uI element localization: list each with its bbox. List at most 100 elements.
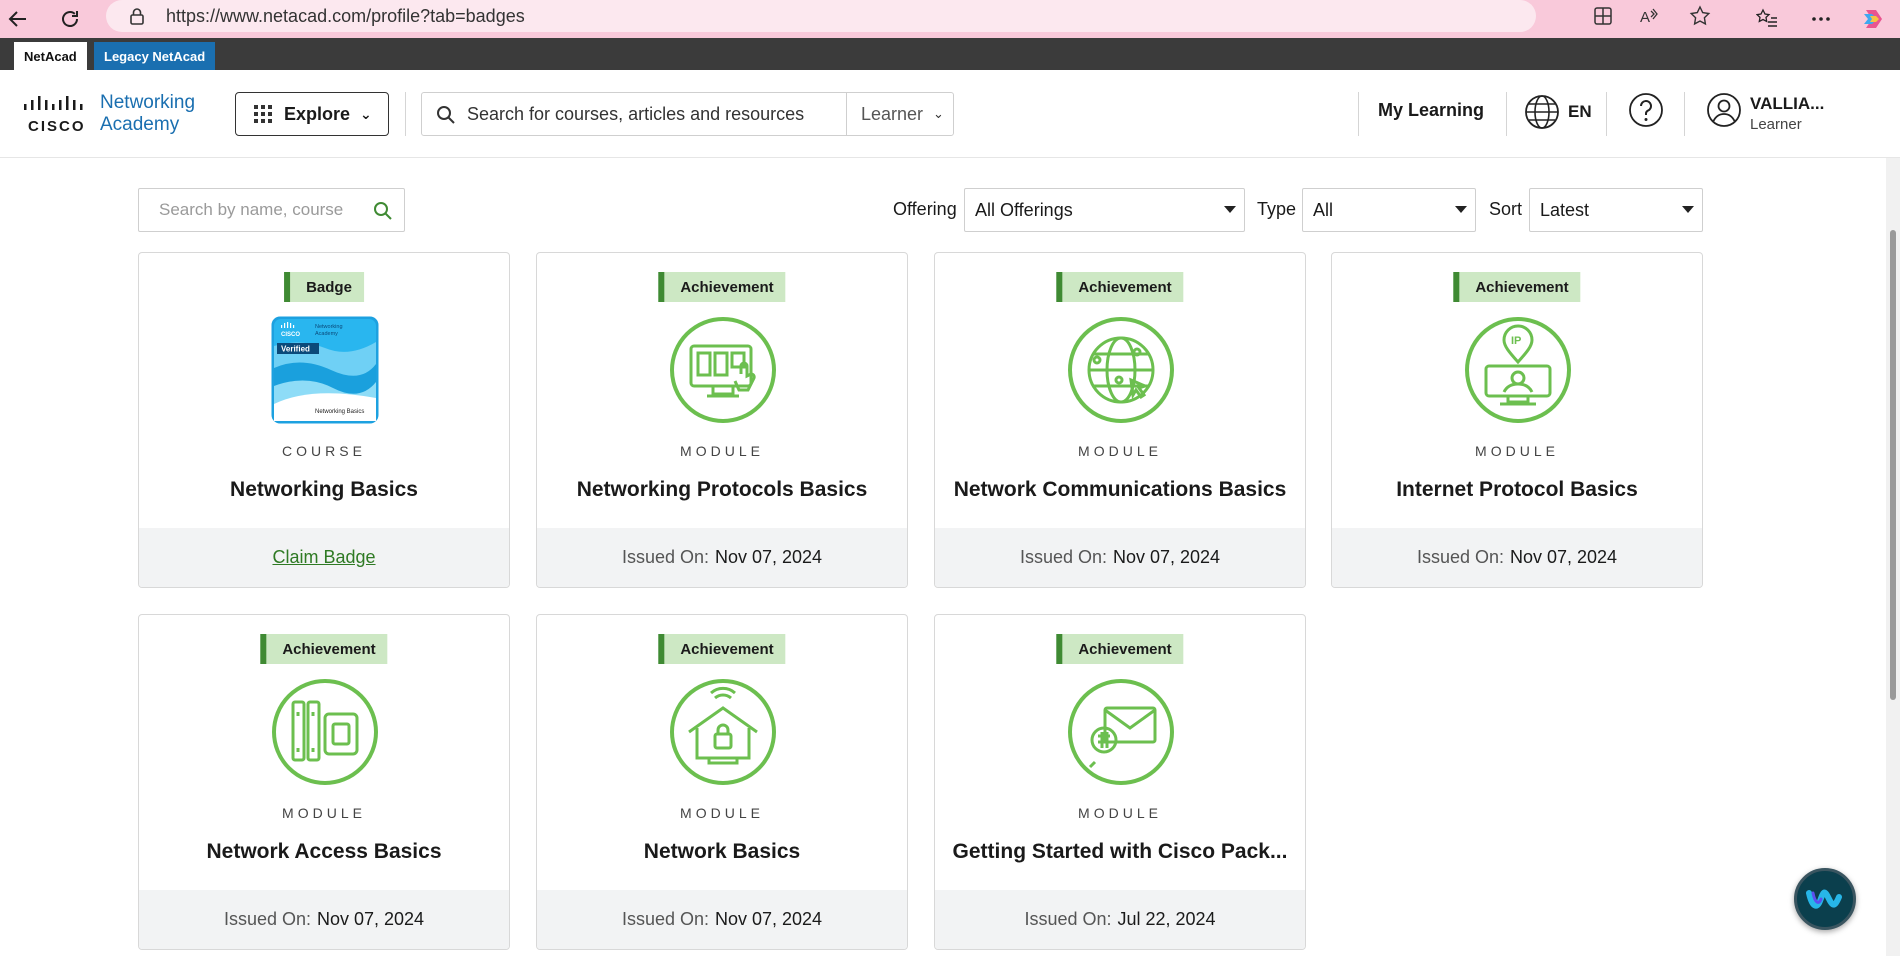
networking-academy-wordmark: Networking Academy	[100, 92, 195, 136]
achievement-card[interactable]: Achievement MODULE Getting Started with …	[934, 614, 1306, 950]
tab-netacad[interactable]: NetAcad	[14, 42, 87, 70]
read-aloud-icon[interactable]: A	[1638, 5, 1660, 27]
globe-icon	[1525, 95, 1559, 129]
envelope-search-icon	[1068, 679, 1174, 785]
caret-down-icon	[1224, 206, 1236, 213]
globe-network-icon	[1068, 317, 1174, 423]
search-icon[interactable]	[373, 201, 393, 221]
caret-down-icon	[1682, 206, 1694, 213]
my-learning-link[interactable]: My Learning	[1378, 100, 1484, 121]
caret-down-icon	[1455, 206, 1467, 213]
user-role: Learner	[1750, 116, 1802, 133]
smart-home-lock-icon	[670, 679, 776, 785]
user-menu[interactable]: VALLIA... Learner	[1706, 92, 1824, 133]
svg-text:IP: IP	[1511, 335, 1521, 347]
role-dropdown[interactable]: Learner ⌄	[846, 93, 954, 135]
type-label: Type	[1257, 199, 1297, 219]
address-bar[interactable]: https://www.netacad.com/profile?tab=badg…	[106, 0, 1711, 32]
card-type-tag: Achievement	[1056, 272, 1184, 302]
logo-line-2: Academy	[100, 114, 180, 135]
server-rack-icon	[272, 679, 378, 785]
header-divider	[1684, 92, 1685, 136]
card-footer: Issued On: Nov 07, 2024	[935, 528, 1305, 587]
url-text[interactable]: https://www.netacad.com/profile?tab=badg…	[166, 6, 525, 27]
cisco-networking-academy-logo[interactable]: CISCO Networking Academy	[22, 90, 212, 140]
card-title: Networking Protocols Basics	[576, 478, 868, 501]
badge-verified-text: Verified	[281, 345, 310, 354]
language-selector[interactable]: EN	[1524, 94, 1592, 130]
card-kind: COURSE	[282, 443, 366, 459]
card-title: Network Basics	[643, 840, 801, 863]
ip-monitor-icon: IP	[1465, 317, 1571, 423]
user-name: VALLIA...	[1750, 94, 1825, 113]
issued-date: Nov 07, 2024	[1509, 547, 1618, 567]
chat-assistant-button[interactable]	[1794, 868, 1856, 930]
offering-value: All Offerings	[975, 199, 1073, 220]
card-type-tag: Achievement	[1453, 272, 1581, 302]
card-title: Network Communications Basics	[953, 478, 1287, 501]
header-divider	[1358, 92, 1359, 136]
favorites-list-icon[interactable]	[1752, 4, 1782, 34]
tab-legacy-netacad[interactable]: Legacy NetAcad	[94, 42, 216, 70]
favorite-star-icon[interactable]	[1689, 5, 1711, 27]
card-kind: MODULE	[1475, 443, 1559, 459]
achievement-card[interactable]: Achievement MODULE Network Access Basics…	[138, 614, 510, 950]
badge-search-input[interactable]	[159, 189, 359, 231]
badge-course-name-text: Networking Basics	[315, 409, 364, 415]
card-footer: Claim Badge	[139, 528, 509, 587]
issued-date: Nov 07, 2024	[714, 909, 823, 929]
sort-label: Sort	[1489, 199, 1523, 219]
back-icon[interactable]	[2, 3, 34, 35]
achievement-card[interactable]: Achievement IP MODULE Internet Protocol …	[1331, 252, 1703, 588]
issued-date: Jul 22, 2024	[1117, 909, 1216, 929]
global-search-input[interactable]	[467, 93, 847, 135]
achievement-card[interactable]: Achievement MODULE Network Basics Issued…	[536, 614, 908, 950]
issued-date: Nov 07, 2024	[714, 547, 823, 567]
issued-date: Nov 07, 2024	[316, 909, 425, 929]
copilot-icon[interactable]	[1858, 4, 1888, 34]
type-select[interactable]: All	[1302, 188, 1476, 232]
badge-na-line2: Academy	[315, 331, 338, 337]
card-title: Getting Started with Cisco Pack...	[952, 840, 1288, 863]
chevron-down-icon: ⌄	[360, 105, 372, 122]
more-options-icon[interactable]	[1806, 4, 1836, 34]
card-title: Internet Protocol Basics	[1396, 478, 1638, 501]
badge-card[interactable]: Badge Verified CISCO Networking Academy …	[138, 252, 510, 588]
search-icon	[437, 106, 455, 124]
card-type-tag: Achievement	[658, 272, 786, 302]
explore-button[interactable]: Explore ⌄	[235, 92, 389, 136]
card-kind: MODULE	[1078, 443, 1162, 459]
badge-search	[138, 188, 405, 232]
course-badge-image: Verified CISCO Networking Academy Networ…	[271, 316, 379, 424]
achievement-card[interactable]: Achievement MODULE Network Communication…	[934, 252, 1306, 588]
global-search: Learner ⌄	[421, 92, 954, 136]
card-footer: Issued On: Nov 07, 2024	[537, 528, 907, 587]
card-footer: Issued On: Nov 07, 2024	[139, 890, 509, 949]
header-divider	[1506, 92, 1507, 136]
help-icon[interactable]	[1628, 92, 1664, 128]
role-dropdown-label: Learner	[861, 103, 924, 124]
card-kind: MODULE	[680, 805, 764, 821]
claim-badge-link[interactable]: Claim Badge	[272, 547, 375, 568]
page-scrollbar-thumb[interactable]	[1890, 230, 1896, 700]
card-type-tag: Badge	[284, 272, 364, 302]
cisco-wordmark: CISCO	[28, 118, 86, 135]
explore-label: Explore	[284, 103, 351, 124]
achievement-card[interactable]: Achievement MODULE Networking Protocols …	[536, 252, 908, 588]
language-code: EN	[1568, 102, 1592, 121]
logo-line-1: Networking	[100, 92, 196, 113]
issued-label: Issued On:	[223, 909, 311, 929]
app-available-icon[interactable]	[1592, 5, 1614, 27]
user-avatar-icon	[1707, 93, 1741, 127]
badge-cisco-text: CISCO	[281, 332, 300, 338]
issued-label: Issued On:	[621, 909, 709, 929]
offering-select[interactable]: All Offerings	[964, 188, 1245, 232]
card-title: Networking Basics	[230, 478, 418, 501]
card-kind: MODULE	[680, 443, 764, 459]
reload-icon[interactable]	[54, 3, 86, 35]
sort-select[interactable]: Latest	[1529, 188, 1703, 232]
issued-label: Issued On:	[1024, 909, 1112, 929]
site-header: CISCO Networking Academy Explore ⌄ Learn…	[0, 70, 1900, 158]
webex-icon	[1806, 889, 1842, 909]
environment-bar: NetAcad Legacy NetAcad	[0, 38, 1900, 70]
